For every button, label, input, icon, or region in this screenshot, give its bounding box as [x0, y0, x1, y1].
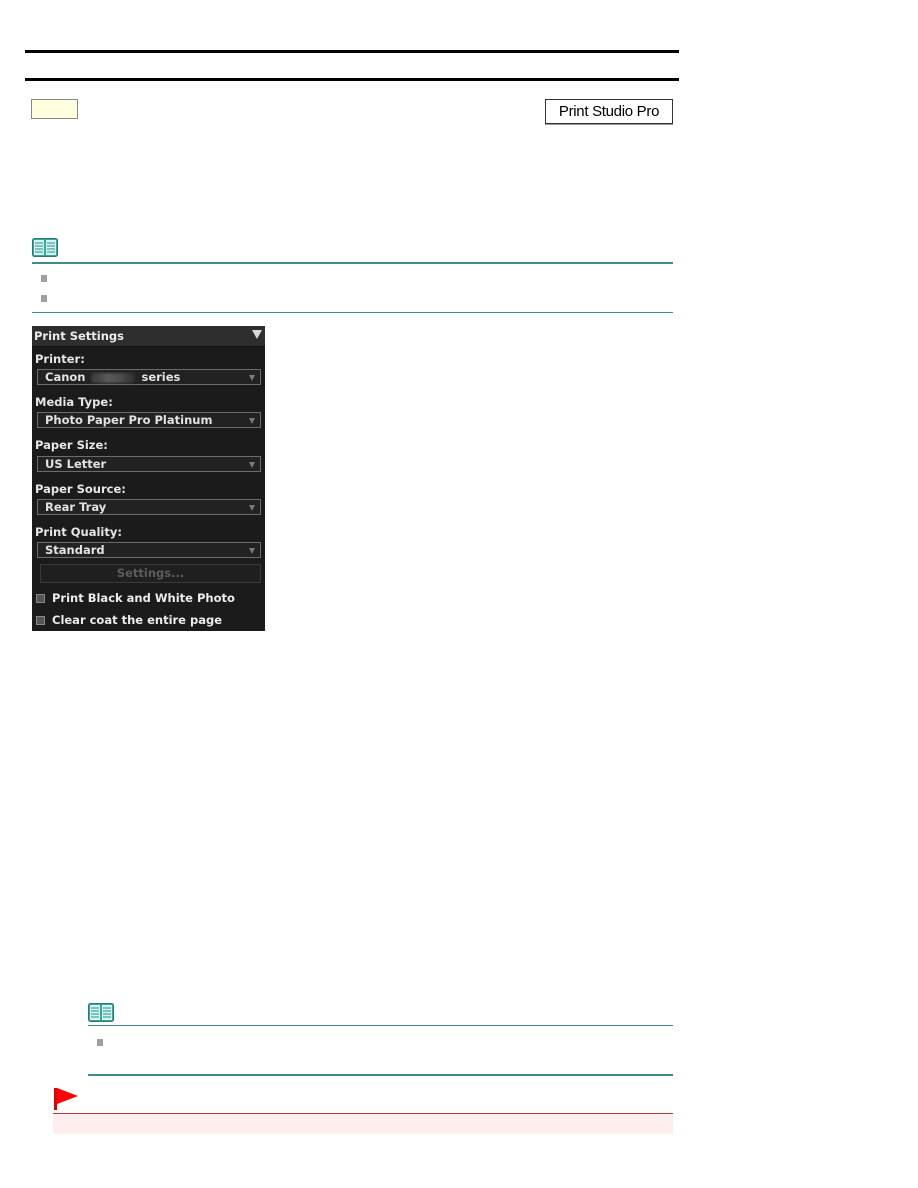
bw-photo-checkbox[interactable]: [36, 594, 45, 603]
paper-size-label: Paper Size:: [35, 438, 108, 452]
paper-size-select[interactable]: US Letter: [37, 456, 261, 472]
print-quality-value: Standard: [45, 543, 105, 557]
section-tag: [31, 99, 78, 119]
triangle-down-icon[interactable]: [252, 330, 262, 339]
printer-value: Canon series: [45, 370, 181, 384]
clear-coat-label[interactable]: Clear coat the entire page: [52, 613, 222, 627]
bw-photo-label[interactable]: Print Black and White Photo: [52, 591, 235, 605]
panel-header[interactable]: Print Settings: [32, 326, 265, 347]
print-quality-label: Print Quality:: [35, 525, 122, 539]
chevron-down-icon: [249, 462, 255, 468]
note-bullet: [41, 295, 47, 302]
clear-coat-checkbox[interactable]: [36, 616, 45, 625]
note-top-rule: [32, 262, 673, 264]
app-badge: Print Studio Pro: [545, 99, 673, 124]
chevron-down-icon: [249, 418, 255, 424]
note-bottom-rule: [32, 312, 673, 313]
redacted-model: [91, 372, 136, 383]
note-bottom-rule: [88, 1074, 673, 1076]
media-type-select[interactable]: Photo Paper Pro Platinum: [37, 412, 261, 428]
media-type-value: Photo Paper Pro Platinum: [45, 413, 213, 427]
print-quality-select[interactable]: Standard: [37, 542, 261, 558]
chevron-down-icon: [249, 505, 255, 511]
print-settings-panel: Print Settings Printer: Canon series Medi…: [32, 326, 265, 631]
paper-size-value: US Letter: [45, 457, 107, 471]
note-book-icon: [88, 1003, 114, 1022]
paper-source-select[interactable]: Rear Tray: [37, 499, 261, 515]
note-bullet: [97, 1039, 103, 1046]
header-bottom-rule: [25, 78, 679, 81]
red-flag-icon: [54, 1088, 78, 1110]
chevron-down-icon: [249, 548, 255, 554]
note-book-icon: [32, 238, 58, 257]
chevron-down-icon: [249, 375, 255, 381]
note-top-rule: [88, 1025, 673, 1026]
panel-title: Print Settings: [34, 329, 125, 343]
note-bullet: [41, 275, 47, 282]
media-type-label: Media Type:: [35, 395, 113, 409]
printer-select[interactable]: Canon series: [37, 369, 261, 385]
caution-body: [53, 1114, 673, 1134]
printer-label: Printer:: [35, 352, 85, 366]
settings-button[interactable]: Settings...: [40, 564, 261, 583]
paper-source-label: Paper Source:: [35, 482, 126, 496]
header-top-rule: [25, 50, 679, 53]
paper-source-value: Rear Tray: [45, 500, 107, 514]
